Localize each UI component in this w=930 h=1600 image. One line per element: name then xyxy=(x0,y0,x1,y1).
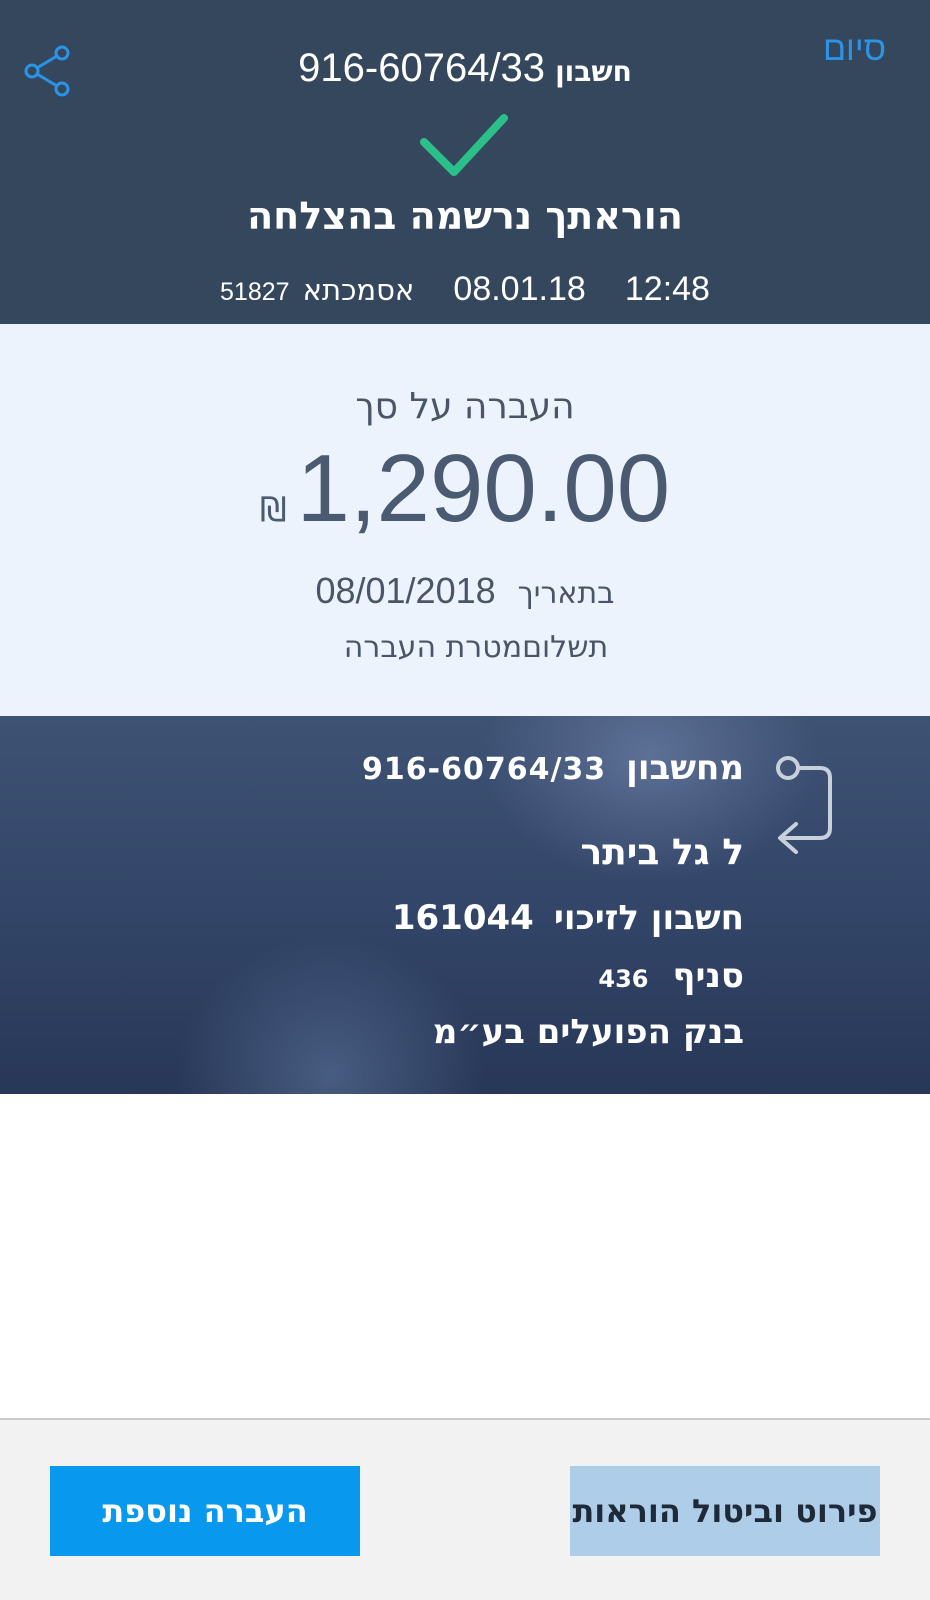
transfer-date-value: 08/01/2018 xyxy=(315,570,496,611)
from-account-number: 916-60764/33 xyxy=(362,752,607,787)
action-footer: העברה נוספת פירוט וביטול הוראות xyxy=(0,1418,930,1600)
amount-display: ₪ 1,290.00 xyxy=(0,434,930,544)
confirmation-meta: 51827 אסמכתא 08.01.18 12:48 xyxy=(0,270,930,309)
reference-label: אסמכתא xyxy=(302,273,415,307)
branch-label: סניף xyxy=(672,956,744,996)
bank-name: בנק הפועלים בע״מ xyxy=(432,1012,744,1052)
amount-label: העברה על סך xyxy=(355,386,575,427)
transfer-purpose-value: תשלום xyxy=(522,630,609,665)
header-account: 916-60764/33 חשבון xyxy=(0,46,930,91)
transfer-details-panel: מחשבון 916-60764/33 ל גל ביתר חשבון לזיכו… xyxy=(0,716,930,1094)
from-account-label: מחשבון xyxy=(626,748,744,788)
recipient-name: ל גל ביתר xyxy=(580,832,744,873)
transfer-date: 08/01/2018 בתאריך xyxy=(0,570,930,612)
header-account-number: 916-60764/33 xyxy=(298,46,546,90)
confirmation-header: 916-60764/33 חשבון סיום הוראתך נרשמה בהצל… xyxy=(0,0,930,324)
transfer-purpose: תשלוםמטרת העברה xyxy=(0,630,930,665)
header-account-label: חשבון xyxy=(555,55,632,88)
check-icon xyxy=(420,114,508,176)
another-transfer-button[interactable]: העברה נוספת xyxy=(50,1466,360,1556)
credit-account-row: חשבון לזיכוי 161044 xyxy=(392,898,744,938)
from-account-row: מחשבון 916-60764/33 xyxy=(362,748,744,788)
credit-account-label: חשבון לזיכוי xyxy=(553,898,744,938)
amount-value: 1,290.00 xyxy=(296,435,671,542)
credit-account-number: 161044 xyxy=(391,898,534,938)
details-cancel-button[interactable]: פירוט וביטול הוראות xyxy=(570,1466,880,1556)
transfer-arrow-icon xyxy=(776,756,832,854)
reference-number: 51827 xyxy=(220,278,290,306)
amount-panel: העברה על סך ₪ 1,290.00 08/01/2018 בתאריך ת… xyxy=(0,324,930,716)
done-button[interactable]: סיום xyxy=(823,30,886,69)
success-title: הוראתך נרשמה בהצלחה xyxy=(247,194,683,238)
currency-symbol: ₪ xyxy=(259,490,287,530)
confirmation-time: 12:48 xyxy=(624,270,710,308)
branch-number: 436 xyxy=(598,965,649,993)
confirmation-date: 08.01.18 xyxy=(453,270,586,308)
transfer-purpose-label: מטרת העברה xyxy=(343,630,523,665)
branch-row: סניף 436 xyxy=(598,956,744,996)
transfer-date-label: בתאריך xyxy=(517,576,615,611)
transfer-confirmation-screen: 916-60764/33 חשבון סיום הוראתך נרשמה בהצל… xyxy=(0,0,930,1600)
